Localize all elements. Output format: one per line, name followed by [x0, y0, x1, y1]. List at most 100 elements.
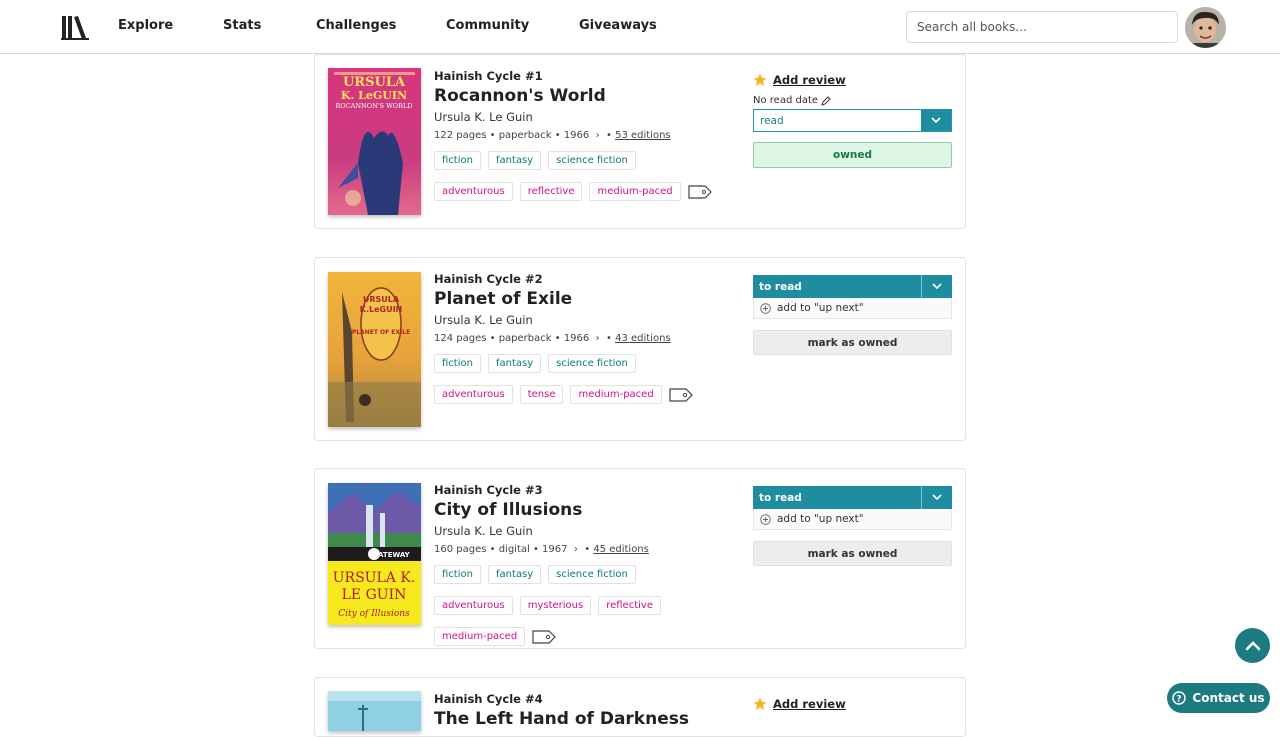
mood-tag[interactable]: medium-paced — [570, 385, 662, 404]
mood-tag[interactable]: adventurous — [434, 385, 513, 404]
add-up-next-button[interactable]: add to "up next" — [753, 509, 952, 530]
avatar[interactable] — [1185, 7, 1226, 48]
cover-text: URSULA — [363, 295, 400, 304]
meta-text: 124 pages • paperback • 1966 — [434, 333, 590, 344]
mood-tag[interactable]: adventurous — [434, 182, 513, 201]
nav-community[interactable]: Community — [446, 18, 529, 33]
up-next-label: add to "up next" — [777, 302, 864, 314]
genre-tag[interactable]: fantasy — [487, 354, 542, 373]
cover-text: LE GUIN — [342, 587, 407, 603]
nav-explore[interactable]: Explore — [118, 18, 173, 33]
meta-text: 160 pages • digital • 1967 — [434, 544, 568, 555]
cover-text: PLANET OF EXILE — [352, 329, 410, 336]
mood-tag[interactable]: adventurous — [434, 596, 513, 615]
book-card: URSULA K.LeGUIN PLANET OF EXILE Hainish … — [314, 257, 966, 441]
mood-tag[interactable]: tense — [519, 385, 564, 404]
mood-tag[interactable]: mysterious — [519, 596, 592, 615]
mood-tag[interactable]: reflective — [598, 596, 661, 615]
up-next-label: add to "up next" — [777, 513, 864, 525]
genre-tag[interactable]: science fiction — [548, 151, 636, 170]
add-up-next-button[interactable]: add to "up next" — [753, 298, 952, 319]
book-actions: Add review — [753, 695, 952, 713]
genre-tag[interactable]: fantasy — [487, 151, 542, 170]
cover-text: City of Illusions — [338, 609, 410, 619]
book-meta: 122 pages • paperback • 1966 › • 53 edit… — [434, 130, 671, 141]
plus-circle-icon — [760, 513, 771, 525]
mood-tag[interactable]: reflective — [519, 182, 583, 201]
tag-edit-icon[interactable] — [532, 629, 557, 645]
book-cover[interactable]: URSULA K. LeGUIN ROCANNON'S WORLD — [328, 68, 421, 215]
mood-tag[interactable]: medium-paced — [434, 627, 526, 646]
read-status-value[interactable]: to read — [753, 275, 922, 298]
chevron-down-icon[interactable] — [921, 110, 951, 131]
book-author[interactable]: Ursula K. Le Guin — [434, 312, 744, 328]
book-author[interactable]: Ursula K. Le Guin — [434, 109, 744, 125]
search-input[interactable] — [906, 11, 1178, 43]
editions-link[interactable]: 53 editions — [615, 130, 671, 141]
nav-giveaways[interactable]: Giveaways — [579, 18, 657, 33]
book-card: URSULA K. LeGUIN ROCANNON'S WORLD Hainis… — [314, 54, 966, 229]
series-label[interactable]: Hainish Cycle #3 — [434, 482, 744, 498]
add-review-row: Add review — [753, 71, 952, 89]
editions-link[interactable]: 43 editions — [615, 333, 671, 344]
read-status-dropdown[interactable]: to read — [753, 275, 952, 298]
book-actions: to read add to "up next" mark as owned — [753, 483, 952, 566]
book-card: Hainish Cycle #4 The Left Hand of Darkne… — [314, 677, 966, 737]
book-cover[interactable]: GATEWAY URSULA K. LE GUIN City of Illusi… — [328, 483, 421, 625]
chevron-right-icon[interactable]: › — [592, 333, 602, 344]
contact-us-label: Contact us — [1192, 691, 1265, 705]
meta-text: 122 pages • paperback • 1966 — [434, 130, 590, 141]
pencil-icon[interactable] — [821, 95, 831, 106]
chevron-down-icon[interactable] — [922, 486, 952, 509]
nav-stats[interactable]: Stats — [223, 18, 261, 33]
tag-list: fiction fantasy science fiction adventur… — [434, 565, 734, 646]
contact-us-button[interactable]: ? Contact us — [1167, 683, 1270, 713]
nav-challenges[interactable]: Challenges — [316, 18, 396, 33]
genre-tag[interactable]: fantasy — [487, 565, 542, 584]
read-status-dropdown[interactable]: to read — [753, 486, 952, 509]
mood-tag[interactable]: medium-paced — [589, 182, 681, 201]
chevron-right-icon[interactable]: › — [592, 130, 602, 141]
read-status-value[interactable]: to read — [753, 486, 922, 509]
read-status-value[interactable]: read — [754, 110, 921, 131]
book-info: Hainish Cycle #3 City of Illusions Ursul… — [434, 482, 744, 646]
genre-tag[interactable]: science fiction — [548, 565, 636, 584]
add-review-link[interactable]: Add review — [773, 73, 846, 87]
book-title[interactable]: City of Illusions — [434, 498, 744, 522]
chevron-right-icon[interactable]: › — [571, 544, 581, 555]
genre-tag[interactable]: fiction — [434, 565, 481, 584]
mark-as-owned-button[interactable]: mark as owned — [753, 541, 952, 566]
cover-text: K. LeGUIN — [341, 89, 407, 102]
read-status-dropdown[interactable]: read — [753, 109, 952, 132]
series-label[interactable]: Hainish Cycle #4 — [434, 691, 744, 707]
chevron-up-icon — [1245, 641, 1260, 651]
book-title[interactable]: Rocannon's World — [434, 84, 744, 108]
series-label[interactable]: Hainish Cycle #2 — [434, 271, 744, 287]
series-label[interactable]: Hainish Cycle #1 — [434, 68, 744, 84]
tag-edit-icon[interactable] — [669, 387, 693, 403]
genre-tag[interactable]: science fiction — [548, 354, 636, 373]
book-cover[interactable] — [328, 691, 421, 731]
read-date-text: No read date — [753, 95, 819, 106]
book-card: GATEWAY URSULA K. LE GUIN City of Illusi… — [314, 468, 966, 649]
owned-button[interactable]: owned — [753, 142, 952, 168]
editions-link[interactable]: 45 editions — [593, 544, 649, 555]
cover-text: ROCANNON'S WORLD — [335, 102, 412, 110]
book-author[interactable]: Ursula K. Le Guin — [434, 523, 744, 539]
chevron-down-icon[interactable] — [922, 275, 952, 298]
scroll-to-top-button[interactable] — [1235, 628, 1270, 663]
genre-tag[interactable]: fiction — [434, 151, 481, 170]
tag-list: fiction fantasy science fiction adventur… — [434, 354, 734, 404]
book-actions: Add review No read date read owned — [753, 71, 952, 168]
book-title[interactable]: The Left Hand of Darkness — [434, 707, 744, 731]
book-info: Hainish Cycle #4 The Left Hand of Darkne… — [434, 691, 744, 731]
cover-text: URSULA K. — [333, 570, 416, 586]
plus-circle-icon — [760, 302, 771, 314]
add-review-link[interactable]: Add review — [773, 697, 846, 711]
mark-as-owned-button[interactable]: mark as owned — [753, 330, 952, 355]
storygraph-logo-icon[interactable] — [61, 14, 89, 40]
book-title[interactable]: Planet of Exile — [434, 287, 744, 311]
tag-edit-icon[interactable] — [688, 184, 712, 200]
genre-tag[interactable]: fiction — [434, 354, 481, 373]
book-cover[interactable]: URSULA K.LeGUIN PLANET OF EXILE — [328, 272, 421, 427]
